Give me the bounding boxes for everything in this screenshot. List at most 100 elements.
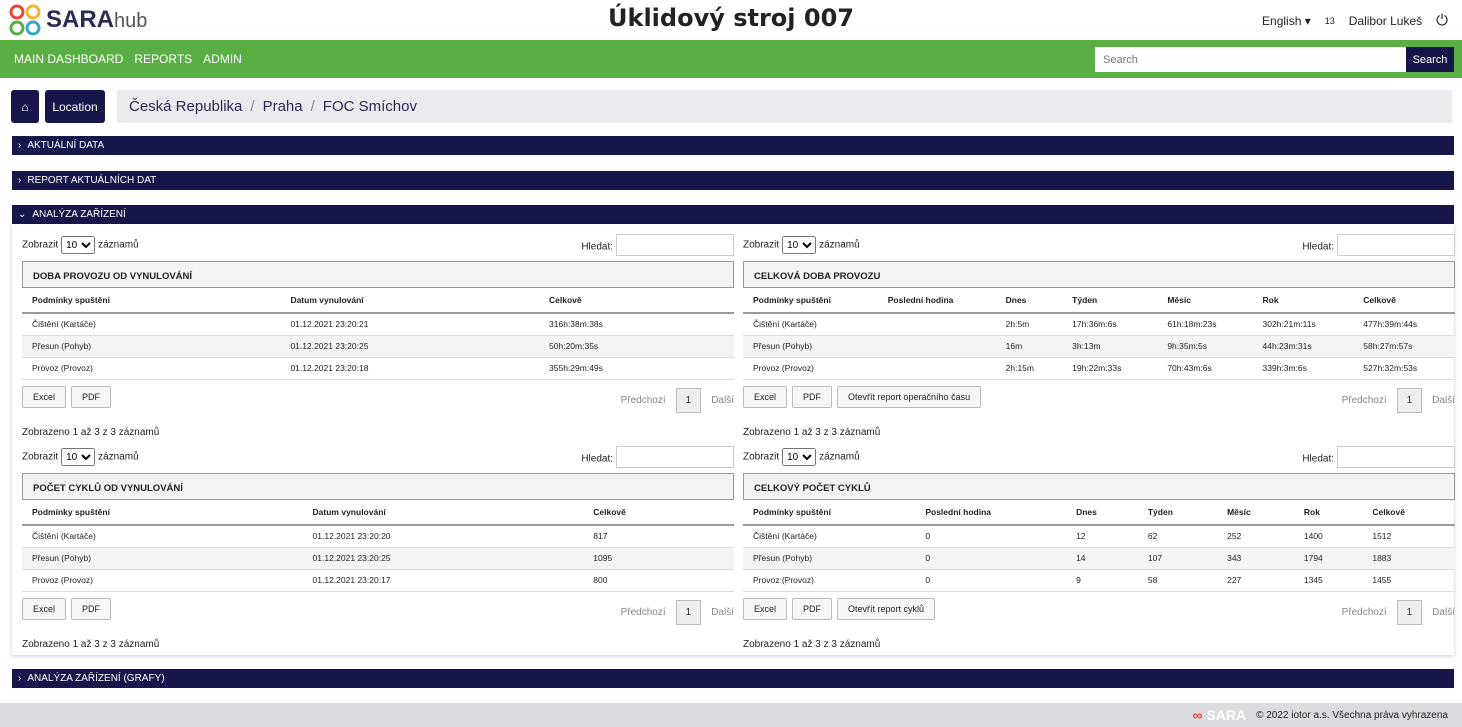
section-analyza-zarizeni[interactable]: ⌄ ANALÝZA ZAŘÍZENÍ — [12, 205, 1454, 224]
table-cell: 2h:5m — [995, 313, 1063, 336]
search-input[interactable] — [1095, 47, 1406, 72]
table-title: CELKOVÁ DOBA PROVOZU — [743, 261, 1455, 288]
table-cell: 16m — [995, 335, 1063, 358]
pdf-button[interactable]: PDF — [792, 386, 833, 408]
column-header[interactable]: Datum vynulování — [302, 500, 584, 526]
open-report-button[interactable]: Otevřít report operačního času — [837, 386, 982, 408]
entries-label: záznamů — [819, 239, 860, 251]
column-header[interactable]: Rok — [1293, 500, 1363, 526]
table-footer: Excel PDF Předchozí 1 Další — [22, 382, 734, 413]
location-button[interactable]: Location — [45, 90, 105, 123]
entries-label: záznamů — [819, 451, 860, 463]
table-cell: 477h:39m:44s — [1353, 313, 1455, 336]
next-button[interactable]: Další — [711, 395, 734, 406]
breadcrumb-item[interactable]: Praha — [263, 98, 303, 115]
prev-button[interactable]: Předchozí — [1342, 607, 1387, 618]
prev-button[interactable]: Předchozí — [621, 395, 666, 406]
pdf-button[interactable]: PDF — [792, 598, 833, 620]
column-header[interactable]: Rok — [1252, 288, 1354, 314]
page-1-button[interactable]: 1 — [1396, 599, 1423, 625]
excel-button[interactable]: Excel — [743, 386, 788, 408]
column-header[interactable]: Podmínky spuštění — [22, 500, 303, 526]
column-header[interactable]: Poslední hodina — [915, 500, 1067, 526]
table-block: Zobrazit 10 záznamů Hledat: DOBA PROVOZU OD … — [22, 234, 734, 438]
page-1-button[interactable]: 1 — [675, 387, 702, 413]
table-cell: 0 — [915, 569, 1067, 592]
column-header[interactable]: Dnes — [995, 288, 1063, 314]
table-title: DOBA PROVOZU OD VYNULOVÁNÍ — [22, 261, 734, 288]
table-search-input[interactable] — [616, 446, 734, 468]
page-1-button[interactable]: 1 — [675, 599, 702, 625]
section-analyza-grafy[interactable]: › ANALÝZA ZAŘÍZENÍ (GRAFY) — [12, 669, 1454, 688]
nav-reports[interactable]: REPORTS — [134, 52, 192, 66]
language-select[interactable]: English ▾ — [1262, 14, 1311, 28]
column-header[interactable]: Dnes — [1066, 500, 1138, 526]
column-header[interactable]: Poslední hodina — [877, 288, 996, 314]
column-header[interactable]: Celkově — [1362, 500, 1455, 526]
search-button[interactable]: Search — [1406, 47, 1454, 72]
prev-button[interactable]: Předchozí — [621, 607, 666, 618]
column-header[interactable]: Měsíc — [1157, 288, 1253, 314]
prev-button[interactable]: Předchozí — [1342, 395, 1387, 406]
table-info: Zobrazeno 1 až 3 z 3 záznamů — [22, 638, 160, 650]
table-search: Hledat: — [581, 446, 734, 468]
table-search-input[interactable] — [616, 234, 734, 256]
user-name[interactable]: Dalibor Lukeš — [1349, 14, 1422, 28]
page-size-select[interactable]: 10 — [782, 236, 817, 254]
column-header[interactable]: Podmínky spuštění — [743, 500, 916, 526]
home-button[interactable]: ⌂ — [11, 90, 39, 123]
pdf-button[interactable]: PDF — [71, 386, 112, 408]
column-header[interactable]: Týden — [1062, 288, 1158, 314]
breadcrumb-item[interactable]: Česká Republika — [129, 98, 242, 115]
page-title: Úklidový stroj 007 — [608, 4, 854, 32]
section-report-aktualnich-dat[interactable]: › REPORT AKTUÁLNÍCH DAT — [12, 171, 1454, 190]
excel-button[interactable]: Excel — [22, 386, 67, 408]
table-cell: 62 — [1137, 525, 1218, 548]
table-search-input[interactable] — [1337, 446, 1455, 468]
pdf-button[interactable]: PDF — [71, 598, 112, 620]
footer-copyright: © 2022 iotor a.s. Všechna práva vyhrazen… — [1256, 709, 1448, 721]
page-size-select[interactable]: 10 — [782, 448, 817, 466]
next-button[interactable]: Další — [1432, 607, 1455, 618]
column-header[interactable]: Podmínky spuštění — [22, 288, 281, 314]
table-row: Čištění (Kartáče) 01.12.2021 23:20:20 817 — [22, 525, 734, 548]
open-report-button[interactable]: Otevřít report cyklů — [837, 598, 936, 620]
page-size-select[interactable]: 10 — [61, 236, 96, 254]
excel-button[interactable]: Excel — [22, 598, 67, 620]
search-label: Hledat: — [1302, 241, 1334, 253]
analysis-panel: Zobrazit 10 záznamů Hledat: DOBA PROVOZU OD … — [12, 224, 1455, 655]
power-icon[interactable]: ⏻ — [1436, 12, 1448, 29]
page-size-select[interactable]: 10 — [61, 448, 96, 466]
search-label: Hledat: — [581, 241, 613, 253]
table-cell: 800 — [583, 569, 734, 592]
column-header[interactable]: Týden — [1137, 500, 1218, 526]
nav-main-dashboard[interactable]: MAIN DASHBOARD — [14, 52, 123, 66]
excel-button[interactable]: Excel — [743, 598, 788, 620]
table-title: POČET CYKLŮ OD VYNULOVÁNÍ — [22, 473, 734, 500]
table-cell: 1512 — [1362, 525, 1455, 548]
data-table: Podmínky spuštění Datum vynulování Celkově… — [22, 500, 734, 592]
column-header[interactable]: Celkově — [583, 500, 734, 526]
table-cell: Přesun (Pohyb) — [22, 547, 303, 570]
table-info: Zobrazeno 1 až 3 z 3 záznamů — [22, 426, 160, 438]
column-header[interactable]: Datum vynulování — [280, 288, 540, 314]
section-aktualni-data[interactable]: › AKTUÁLNÍ DATA — [12, 136, 1454, 155]
table-cell: 01.12.2021 23:20:20 — [302, 525, 584, 548]
next-button[interactable]: Další — [1432, 395, 1455, 406]
nav-admin[interactable]: ADMIN — [203, 52, 242, 66]
table-row: Provoz (Provoz) 01.12.2021 23:20:17 800 — [22, 569, 734, 592]
page-1-button[interactable]: 1 — [1396, 387, 1423, 413]
column-header[interactable]: Podmínky spuštění — [743, 288, 878, 314]
table-cell: 339h:3m:6s — [1252, 357, 1354, 380]
table-search-input[interactable] — [1337, 234, 1455, 256]
export-buttons: Excel PDF — [22, 386, 112, 408]
table-cell: 58h:27m:57s — [1353, 335, 1455, 358]
table-row: Provoz (Provoz) 0 9 58 227 1345 1455 — [743, 569, 1455, 592]
column-header[interactable]: Celkově — [539, 288, 734, 314]
next-button[interactable]: Další — [711, 607, 734, 618]
notification-count[interactable]: 13 — [1325, 16, 1335, 26]
table-cell: 19h:22m:33s — [1062, 357, 1158, 380]
column-header[interactable]: Měsíc — [1217, 500, 1294, 526]
column-header[interactable]: Celkově — [1353, 288, 1455, 314]
section-label: REPORT AKTUÁLNÍCH DAT — [27, 175, 157, 186]
